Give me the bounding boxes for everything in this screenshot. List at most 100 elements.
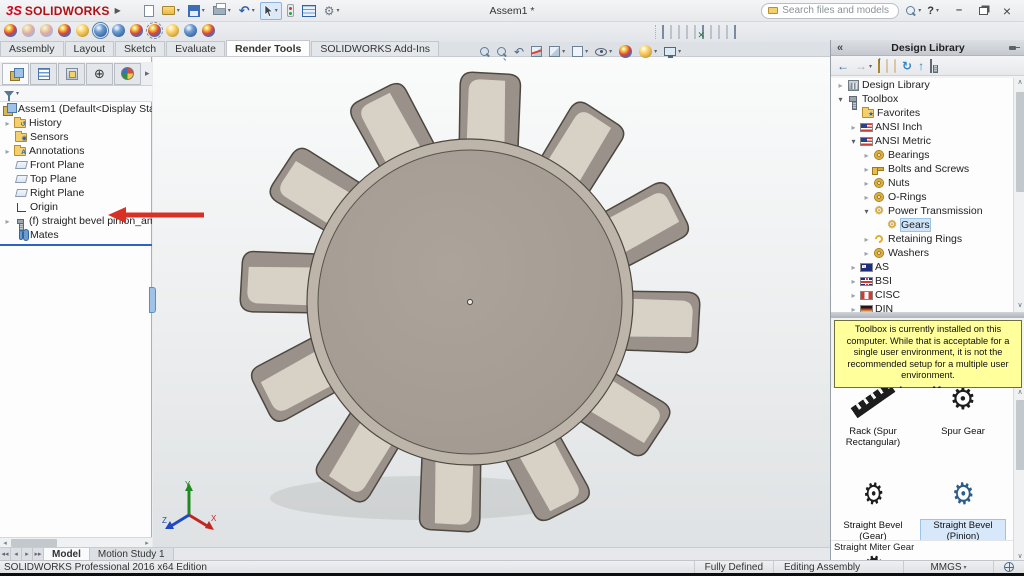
- chevron-right-icon[interactable]: [2, 119, 13, 128]
- scroll-down-icon[interactable]: ∨: [1014, 301, 1024, 312]
- chevron-right-icon[interactable]: [2, 217, 13, 226]
- weldment-cutlist-button[interactable]: [686, 26, 688, 38]
- dl-item-o-rings[interactable]: O-Rings: [831, 190, 1013, 204]
- chevron-right-icon[interactable]: [861, 151, 872, 160]
- tab-overflow-icon[interactable]: ▸: [145, 68, 150, 79]
- thumb-spur-gear[interactable]: Spur Gear: [921, 388, 1005, 437]
- section-view-button[interactable]: [531, 46, 542, 57]
- add-to-library-button[interactable]: [878, 60, 880, 72]
- revision-table-button[interactable]: [710, 26, 712, 38]
- chevron-right-icon[interactable]: [848, 123, 859, 132]
- magnetic-lines-button[interactable]: [734, 26, 736, 38]
- final-render-button[interactable]: [130, 24, 143, 40]
- thumb-straight-bevel-gear[interactable]: Straight Bevel (Gear): [831, 470, 915, 543]
- scroll-left-icon[interactable]: ◂: [0, 539, 10, 547]
- pane-divider[interactable]: [831, 312, 1024, 318]
- preview-window-button[interactable]: [112, 24, 125, 40]
- create-folder-button[interactable]: [894, 60, 896, 72]
- motion-study-tab[interactable]: Motion Study 1: [90, 548, 174, 560]
- display-style-button[interactable]: [572, 46, 588, 57]
- bom-table-button[interactable]: [678, 26, 680, 38]
- thumb-rack-spur[interactable]: Rack (Spur Rectangular): [831, 388, 915, 449]
- edit-appearance-button[interactable]: [4, 24, 17, 40]
- recall-last-render-button[interactable]: [166, 24, 179, 40]
- tab-sketch[interactable]: Sketch: [115, 41, 165, 56]
- chevron-down-icon[interactable]: [861, 207, 872, 216]
- view-settings-button[interactable]: [664, 47, 681, 56]
- scroll-up-icon[interactable]: ∧: [1014, 78, 1024, 89]
- dl-item-bearings[interactable]: Bearings: [831, 148, 1013, 162]
- tab-scroll-right-icon[interactable]: ▸: [22, 548, 33, 560]
- edit-decal-button[interactable]: [76, 24, 89, 40]
- panel-splitter-tab[interactable]: [149, 287, 156, 313]
- integrated-preview-button[interactable]: [94, 24, 107, 40]
- chevron-right-icon[interactable]: [848, 263, 859, 272]
- forward-button[interactable]: [855, 59, 872, 73]
- chevron-right-icon[interactable]: [861, 235, 872, 244]
- dl-item-power-transmission[interactable]: Power Transmission: [831, 204, 1013, 218]
- dl-item-gears[interactable]: Gears: [831, 218, 1013, 232]
- back-button[interactable]: [837, 59, 849, 73]
- tab-solidworks-addins[interactable]: SOLIDWORKS Add-Ins: [311, 41, 439, 56]
- tree-item-right-plane[interactable]: Right Plane: [0, 186, 152, 200]
- scroll-down-icon[interactable]: ∨: [1014, 552, 1024, 560]
- refresh-button[interactable]: [902, 59, 912, 73]
- tree-item-front-plane[interactable]: Front Plane: [0, 158, 152, 172]
- apply-scene-button[interactable]: [639, 45, 657, 58]
- tree-item-annotations[interactable]: A Annotations: [0, 144, 152, 158]
- excel-bom-button[interactable]: [702, 26, 704, 38]
- zoom-to-fit-button[interactable]: [480, 47, 490, 57]
- chevron-down-icon[interactable]: [835, 95, 846, 104]
- design-table-button[interactable]: [670, 26, 672, 38]
- tab-scroll-last-icon[interactable]: ▸▸: [33, 548, 44, 560]
- tolerance-table-button[interactable]: [726, 26, 728, 38]
- zoom-to-area-button[interactable]: [497, 47, 507, 57]
- graphics-viewport[interactable]: Y X Z: [153, 57, 830, 547]
- dl-item-cisc[interactable]: CISC: [831, 288, 1013, 302]
- tree-horizontal-scrollbar[interactable]: ◂ ▸: [0, 537, 152, 547]
- thumbnails-scrollbar[interactable]: ∧ ∨: [1013, 388, 1024, 560]
- scroll-up-icon[interactable]: ∧: [1014, 388, 1024, 396]
- dl-item-bsi[interactable]: BSI: [831, 274, 1013, 288]
- chevron-right-icon[interactable]: [848, 277, 859, 286]
- tree-item-history[interactable]: ↺ History: [0, 116, 152, 130]
- chevron-right-icon[interactable]: [861, 165, 872, 174]
- dl-item-din[interactable]: DIN: [831, 302, 1013, 312]
- general-table-button[interactable]: [662, 26, 664, 38]
- configure-toolbox-button[interactable]: [930, 60, 932, 72]
- tree-item-top-plane[interactable]: Top Plane: [0, 172, 152, 186]
- tree-root[interactable]: Assem1 (Default<Display State-1>): [0, 102, 152, 116]
- chevron-right-icon[interactable]: [2, 147, 13, 156]
- rollback-bar[interactable]: [0, 244, 152, 246]
- dl-item-favorites[interactable]: ★ Favorites: [831, 106, 1013, 120]
- chevron-right-icon[interactable]: [835, 81, 846, 90]
- tab-render-tools[interactable]: Render Tools: [226, 40, 310, 56]
- tab-evaluate[interactable]: Evaluate: [166, 41, 225, 56]
- chevron-right-icon[interactable]: [861, 193, 872, 202]
- schedule-render-button[interactable]: [202, 24, 215, 40]
- scrollbar-thumb[interactable]: [11, 539, 57, 547]
- collapse-panel-button[interactable]: [831, 42, 849, 54]
- tab-assembly[interactable]: Assembly: [0, 41, 64, 56]
- render-region-button[interactable]: [148, 24, 161, 40]
- dl-item-design-library[interactable]: Design Library: [831, 78, 1013, 92]
- tab-scroll-first-icon[interactable]: ◂◂: [0, 548, 11, 560]
- photoview-options-button[interactable]: [184, 24, 197, 40]
- edit-scene-button[interactable]: [58, 24, 71, 40]
- scrollbar-thumb[interactable]: [1016, 400, 1024, 470]
- dl-item-as[interactable]: AS: [831, 260, 1013, 274]
- tab-layout[interactable]: Layout: [65, 41, 115, 56]
- chevron-right-icon[interactable]: [861, 179, 872, 188]
- tab-property-manager[interactable]: [30, 63, 57, 85]
- model-tab[interactable]: Model: [44, 548, 90, 560]
- dl-item-washers[interactable]: Washers: [831, 246, 1013, 260]
- chevron-right-icon[interactable]: [848, 291, 859, 300]
- tags-segment[interactable]: [993, 561, 1024, 573]
- hide-show-items-button[interactable]: [595, 48, 612, 56]
- previous-view-button[interactable]: [514, 46, 524, 58]
- tab-configuration-manager[interactable]: [58, 63, 85, 85]
- miter-gear-label-row[interactable]: Straight Miter Gear: [831, 540, 1013, 553]
- units-selector[interactable]: MMGS: [903, 561, 993, 573]
- tree-item-mates[interactable]: Mates: [0, 228, 152, 242]
- tab-scroll-left-icon[interactable]: ◂: [11, 548, 22, 560]
